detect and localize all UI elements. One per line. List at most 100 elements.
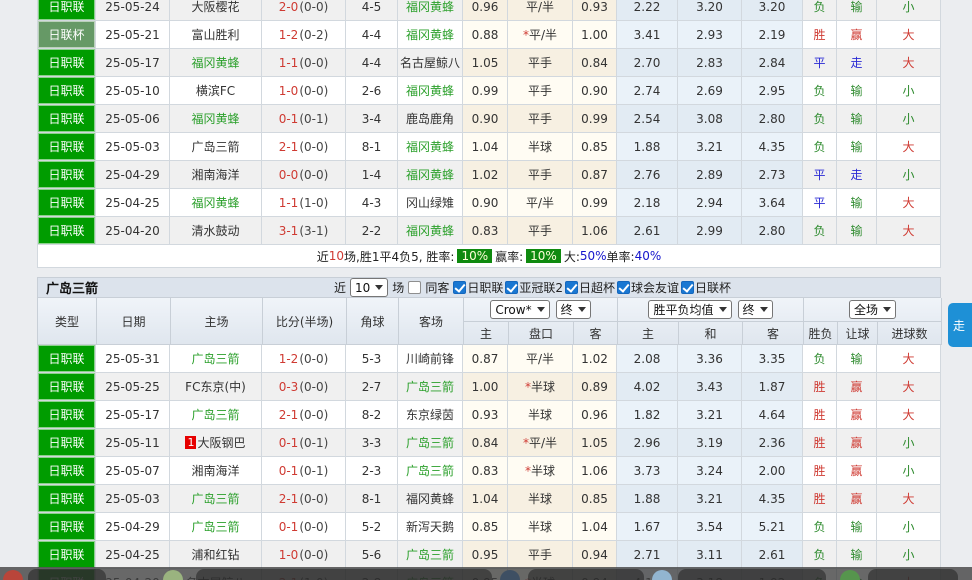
match-row: 日职联25-05-03广岛三箭2-1(0-0)8-1福冈黄蜂1.04半球0.85… xyxy=(37,485,941,513)
league-cell: 日职联 xyxy=(37,217,96,245)
team-cell: 1大阪钢巴 xyxy=(170,429,262,457)
team-cell: 湘南海洋 xyxy=(170,161,262,189)
taskbar-app-icon-dark[interactable] xyxy=(500,570,520,580)
fulltime-score: 0-1 xyxy=(279,112,299,126)
sub-column-header: 盘口 xyxy=(509,322,574,345)
score-cell: 0-1(0-0) xyxy=(262,513,346,541)
taskbar-window-group[interactable] xyxy=(528,569,644,580)
taskbar-app-icon-green[interactable] xyxy=(840,570,860,580)
team-name: 福冈黄蜂 xyxy=(406,166,454,183)
euro-source-value: 胜平负均值 xyxy=(653,301,713,318)
league-checkbox[interactable] xyxy=(565,281,578,294)
goals-over-under-cell: 大 xyxy=(877,49,941,77)
header-odds-columns: Crow* 终 胜平负均值 xyxy=(464,298,942,345)
draw-odds-cell: 3.43 xyxy=(678,373,742,401)
chevron-down-icon xyxy=(760,307,768,312)
result-cell: 负 xyxy=(803,77,837,105)
bookmaker-select[interactable]: Crow* xyxy=(490,300,549,319)
asian-home-odds-cell: 1.05 xyxy=(463,49,508,77)
handicap-changed-mark: * xyxy=(523,436,529,450)
taskbar[interactable] xyxy=(0,567,972,580)
asian-away-odds-cell: 1.06 xyxy=(573,217,617,245)
win-odds-cell: 2.54 xyxy=(617,105,678,133)
league-cell: 日职联 xyxy=(37,133,96,161)
taskbar-window-group[interactable] xyxy=(678,569,826,580)
win-odds-cell: 2.71 xyxy=(617,541,678,569)
handicap-changed-mark: * xyxy=(525,464,531,478)
score-cell: 2-1(0-0) xyxy=(262,133,346,161)
halftime-score: (0-2) xyxy=(299,28,328,42)
handicap-result-cell: 输 xyxy=(837,217,877,245)
team-name: 福冈黄蜂 xyxy=(191,110,239,127)
handicap-result-cell: 输 xyxy=(837,345,877,373)
corner-cell: 8-1 xyxy=(346,133,398,161)
corner-cell: 2-6 xyxy=(346,77,398,105)
team-cell: 广岛三箭 xyxy=(170,401,262,429)
lose-odds-cell: 2.00 xyxy=(742,457,803,485)
fulltime-score: 0-1 xyxy=(279,520,299,534)
asian-away-odds-cell: 0.87 xyxy=(573,161,617,189)
summary-text: 10 xyxy=(329,249,344,263)
period-select[interactable]: 全场 xyxy=(849,300,896,319)
draw-odds-cell: 3.19 xyxy=(678,429,742,457)
halftime-score: (0-1) xyxy=(299,464,328,478)
team-cell: 川崎前锋 xyxy=(398,345,463,373)
team-name: 福冈黄蜂 xyxy=(191,54,239,71)
taskbar-window-group[interactable] xyxy=(196,569,492,580)
asian-time-value: 终 xyxy=(561,301,573,318)
league-badge: 日职联 xyxy=(38,485,95,512)
handicap-cell: *半球 xyxy=(508,457,573,485)
team-name: FC东京(中) xyxy=(185,378,246,395)
halftime-score: (0-1) xyxy=(299,436,328,450)
euro-time-select[interactable]: 终 xyxy=(738,300,773,319)
date-cell: 25-05-21 xyxy=(96,21,170,49)
taskbar-app-icon-blue[interactable] xyxy=(652,570,672,580)
floating-side-button[interactable]: 走 xyxy=(948,303,972,347)
summary-text: 50% xyxy=(580,249,607,263)
taskbar-window-group[interactable] xyxy=(28,569,106,580)
asian-away-odds-cell: 1.06 xyxy=(573,457,617,485)
date-cell: 25-04-29 xyxy=(96,161,170,189)
rate-badge: 10% xyxy=(457,249,492,263)
goals-over-under-cell: 小 xyxy=(877,541,941,569)
taskbar-app-icon-red[interactable] xyxy=(3,570,23,580)
handicap-result-cell: 输 xyxy=(837,0,877,21)
header-left-columns: 类型日期主场比分(半场)角球客场 xyxy=(38,298,464,345)
draw-odds-cell: 3.54 xyxy=(678,513,742,541)
draw-odds-cell: 3.20 xyxy=(678,0,742,21)
team-cell: 广岛三箭 xyxy=(170,133,262,161)
team-name: 富山胜利 xyxy=(191,26,239,43)
asian-home-odds-cell: 1.04 xyxy=(463,485,508,513)
goals-over-under-cell: 大 xyxy=(877,217,941,245)
fulltime-score: 2-1 xyxy=(279,492,299,506)
result-cell: 胜 xyxy=(803,373,837,401)
draw-odds-cell: 3.36 xyxy=(678,345,742,373)
draw-odds-cell: 3.21 xyxy=(678,401,742,429)
euro-source-select[interactable]: 胜平负均值 xyxy=(648,300,731,319)
sub-column-header: 胜负 xyxy=(804,322,838,345)
handicap-cell: 平手 xyxy=(508,77,573,105)
goals-over-under-cell: 大 xyxy=(877,133,941,161)
recent-count-select[interactable]: 10 xyxy=(350,278,388,297)
score-cell: 2-1(0-0) xyxy=(262,401,346,429)
win-odds-cell: 1.67 xyxy=(617,513,678,541)
team2-recent-matches-table: 日职联25-05-31广岛三箭1-2(0-0)5-3川崎前锋0.87平/半1.0… xyxy=(37,345,941,580)
taskbar-app-icon-lightgreen[interactable] xyxy=(163,570,183,580)
date-cell: 25-04-20 xyxy=(96,217,170,245)
goals-over-under-cell: 大 xyxy=(877,345,941,373)
league-checkbox[interactable] xyxy=(681,281,694,294)
win-odds-cell: 2.76 xyxy=(617,161,678,189)
league-checkbox[interactable] xyxy=(505,281,518,294)
league-checkbox[interactable] xyxy=(453,281,466,294)
taskbar-window-group[interactable] xyxy=(868,569,958,580)
league-checkbox[interactable] xyxy=(617,281,630,294)
match-row: 日职联25-04-29湘南海洋0-0(0-0)1-4福冈黄蜂1.02平手0.87… xyxy=(37,161,941,189)
column-header: 角球 xyxy=(347,298,399,345)
team-cell: 福冈黄蜂 xyxy=(398,161,463,189)
asian-time-select[interactable]: 终 xyxy=(556,300,591,319)
asian-away-odds-cell: 0.93 xyxy=(573,0,617,21)
same-away-checkbox[interactable] xyxy=(408,281,421,294)
fulltime-score: 1-0 xyxy=(279,548,299,562)
league-cell: 日职联 xyxy=(37,77,96,105)
handicap-cell: 平/半 xyxy=(508,345,573,373)
